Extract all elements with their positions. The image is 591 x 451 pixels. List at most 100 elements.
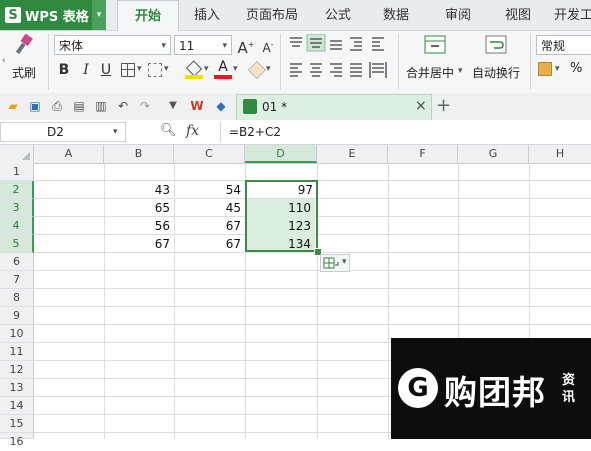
borders-icon[interactable]: [121, 63, 135, 77]
save-icon[interactable]: ▣: [26, 97, 44, 115]
percent-button[interactable]: %: [570, 61, 582, 76]
increase-indent-icon[interactable]: [372, 37, 384, 51]
app-menu-button[interactable]: S WPS 表格 ▾: [0, 0, 106, 30]
row-header[interactable]: 6: [0, 253, 34, 271]
merge-center-button[interactable]: 合并居中 ▾: [404, 33, 466, 83]
watermark-sub-text: 资讯: [562, 373, 576, 405]
row-header[interactable]: 4: [0, 217, 34, 235]
row-header[interactable]: 13: [0, 379, 34, 397]
align-right-icon[interactable]: [330, 63, 342, 77]
row-header[interactable]: 9: [0, 307, 34, 325]
cell-b2[interactable]: 43: [104, 181, 174, 199]
row-header[interactable]: 1: [0, 163, 34, 181]
align-center-icon[interactable]: [310, 63, 322, 77]
print-icon[interactable]: ⎙: [48, 97, 66, 115]
column-header[interactable]: C: [174, 145, 245, 163]
row-header[interactable]: 15: [0, 415, 34, 433]
column-header[interactable]: A: [34, 145, 104, 163]
currency-icon[interactable]: [538, 62, 552, 76]
justify-icon[interactable]: [350, 63, 362, 77]
grid-line: [34, 270, 591, 271]
cube-icon[interactable]: ◆: [212, 97, 230, 115]
column-header[interactable]: B: [104, 145, 174, 163]
row-header[interactable]: 3: [0, 199, 34, 217]
row-header[interactable]: 14: [0, 397, 34, 415]
insert-function-icon[interactable]: fx: [186, 123, 199, 139]
cell-b5[interactable]: 67: [104, 235, 174, 253]
format-painter-button[interactable]: 式刷: [8, 34, 42, 82]
underline-button[interactable]: U: [96, 60, 116, 80]
chevron-down-icon[interactable]: ▾: [164, 64, 169, 74]
font-color-icon[interactable]: A: [214, 60, 232, 80]
new-tab-icon[interactable]: +: [436, 95, 451, 116]
cell-c5[interactable]: 67: [174, 235, 245, 253]
cell-style-icon[interactable]: [148, 63, 162, 77]
redo-icon[interactable]: ↷: [136, 97, 154, 115]
open-folder-icon[interactable]: ▰: [4, 97, 22, 115]
customize-toolbar-icon[interactable]: ▼: [164, 97, 182, 115]
cell-c3[interactable]: 45: [174, 199, 245, 217]
cell-b4[interactable]: 56: [104, 217, 174, 235]
row-header[interactable]: 12: [0, 361, 34, 379]
tab-insert[interactable]: 插入: [184, 0, 230, 30]
ribbon-scroll-left-icon[interactable]: ‹: [2, 56, 6, 66]
row-header[interactable]: 5: [0, 235, 34, 253]
grid-line: [388, 163, 389, 439]
wrap-text-button[interactable]: 自动换行: [470, 33, 524, 83]
font-name-select[interactable]: 宋体 ▾: [54, 35, 171, 55]
column-header[interactable]: H: [529, 145, 591, 163]
tab-page-layout[interactable]: 页面布局: [240, 0, 304, 30]
tab-review[interactable]: 审阅: [436, 0, 480, 30]
tab-formulas[interactable]: 公式: [316, 0, 360, 30]
number-format-select[interactable]: 常规: [536, 35, 591, 55]
undo-icon[interactable]: ↶: [114, 97, 132, 115]
italic-button[interactable]: I: [76, 60, 96, 80]
grow-font-button[interactable]: A+: [236, 35, 256, 57]
cell-b3[interactable]: 65: [104, 199, 174, 217]
tab-home[interactable]: 开始: [117, 0, 179, 32]
row-header[interactable]: 10: [0, 325, 34, 343]
tab-developer[interactable]: 开发工: [554, 0, 591, 30]
app-dropdown-icon[interactable]: ▾: [92, 0, 106, 30]
select-all-corner[interactable]: [0, 145, 34, 163]
chevron-down-icon[interactable]: ▾: [204, 64, 209, 74]
fill-color-icon[interactable]: [185, 60, 203, 79]
row-header[interactable]: 8: [0, 289, 34, 307]
cell-c2[interactable]: 54: [174, 181, 245, 199]
wps-w-logo-icon[interactable]: W: [188, 97, 206, 115]
chevron-down-icon[interactable]: ▾: [233, 64, 238, 74]
ribbon-divider: [398, 34, 399, 90]
close-tab-icon[interactable]: ×: [415, 98, 427, 114]
row-header[interactable]: 2: [0, 181, 34, 199]
zoom-search-icon[interactable]: 🔍︎: [160, 123, 177, 138]
name-box[interactable]: D2 ▾: [0, 122, 126, 142]
chevron-down-icon[interactable]: ▾: [137, 64, 142, 74]
document-tab[interactable]: 01 * ×: [236, 94, 432, 120]
chevron-down-icon: ▾: [458, 66, 463, 76]
column-header[interactable]: F: [388, 145, 458, 163]
column-header[interactable]: E: [317, 145, 388, 163]
cell-c4[interactable]: 67: [174, 217, 245, 235]
shrink-font-button[interactable]: A-: [258, 35, 278, 55]
row-header[interactable]: 11: [0, 343, 34, 361]
alignment-group: [290, 34, 387, 78]
row-header[interactable]: 16: [0, 433, 34, 448]
bold-button[interactable]: B: [54, 60, 74, 80]
chevron-down-icon[interactable]: ▾: [555, 64, 560, 74]
tab-view[interactable]: 视图: [496, 0, 540, 30]
distributed-icon[interactable]: [369, 62, 387, 78]
column-header[interactable]: D: [245, 145, 317, 163]
print-preview-icon[interactable]: ▤: [70, 97, 88, 115]
align-top-icon[interactable]: [290, 37, 302, 47]
export-pdf-icon[interactable]: ▥: [92, 97, 110, 115]
column-header[interactable]: G: [458, 145, 529, 163]
decrease-indent-icon[interactable]: [350, 37, 362, 51]
font-size-select[interactable]: 11 ▾: [174, 35, 232, 55]
align-bottom-icon[interactable]: [330, 40, 342, 50]
chevron-down-icon[interactable]: ▾: [266, 64, 271, 74]
auto-fill-options-button[interactable]: ▾: [320, 254, 350, 272]
tab-data[interactable]: 数据: [374, 0, 418, 30]
formula-input[interactable]: =B2+C2: [220, 122, 591, 142]
align-left-icon[interactable]: [290, 63, 302, 77]
row-header[interactable]: 7: [0, 271, 34, 289]
